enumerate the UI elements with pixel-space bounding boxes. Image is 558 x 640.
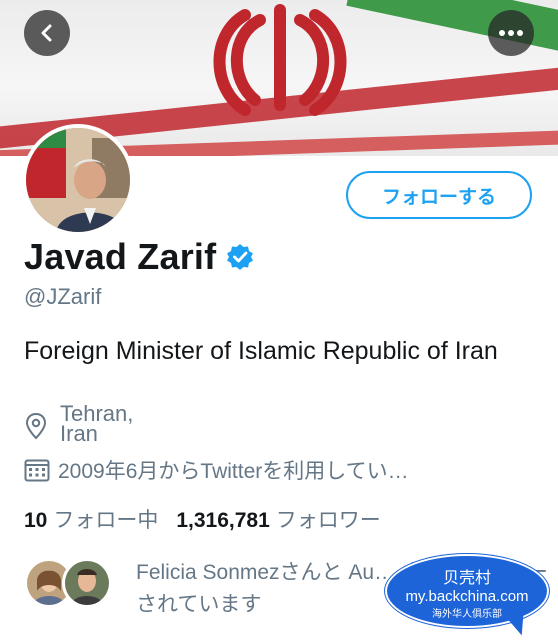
watermark-line2: my.backchina.com [405, 588, 529, 605]
following-label: フォロー中 [53, 509, 159, 532]
calendar-icon [24, 459, 50, 482]
following-count: 10 [24, 509, 48, 532]
follower-avatar [62, 558, 112, 608]
joined-row: 2009年6月からTwitterを利用してい… [24, 455, 409, 485]
profile-joined: 2009年6月からTwitterを利用してい… [58, 460, 409, 483]
following-link[interactable]: 10 フォロー中 [24, 504, 158, 534]
back-button[interactable] [24, 10, 70, 56]
location-row: Tehran, Iran [24, 404, 160, 442]
follow-button[interactable]: フォローする [346, 171, 532, 219]
follow-stats: 10 フォロー中 1,316,781 フォロワー [24, 504, 381, 534]
followers-label: フォロワー [275, 509, 381, 532]
location-pin-icon [25, 412, 47, 440]
profile-name: Javad Zarif [24, 236, 217, 277]
watermark-line1: 贝壳村 [442, 570, 491, 587]
followers-link[interactable]: 1,316,781 フォロワー [176, 504, 380, 534]
flag-emblem-icon [213, 4, 347, 116]
followers-count: 1,316,781 [176, 509, 270, 532]
avatar[interactable] [22, 124, 134, 236]
more-horizontal-icon [499, 30, 523, 36]
profile-handle: @JZarif [24, 284, 102, 309]
more-button[interactable] [488, 10, 534, 56]
profile-location: Tehran, Iran [60, 404, 134, 442]
followed-by-avatars[interactable] [24, 558, 112, 608]
chevron-left-icon [41, 24, 52, 42]
verified-badge-icon [227, 244, 254, 270]
profile-name-row: Javad Zarif [24, 236, 254, 278]
profile-bio: Foreign Minister of Islamic Republic of … [24, 337, 498, 365]
avatar-photo [26, 128, 130, 232]
